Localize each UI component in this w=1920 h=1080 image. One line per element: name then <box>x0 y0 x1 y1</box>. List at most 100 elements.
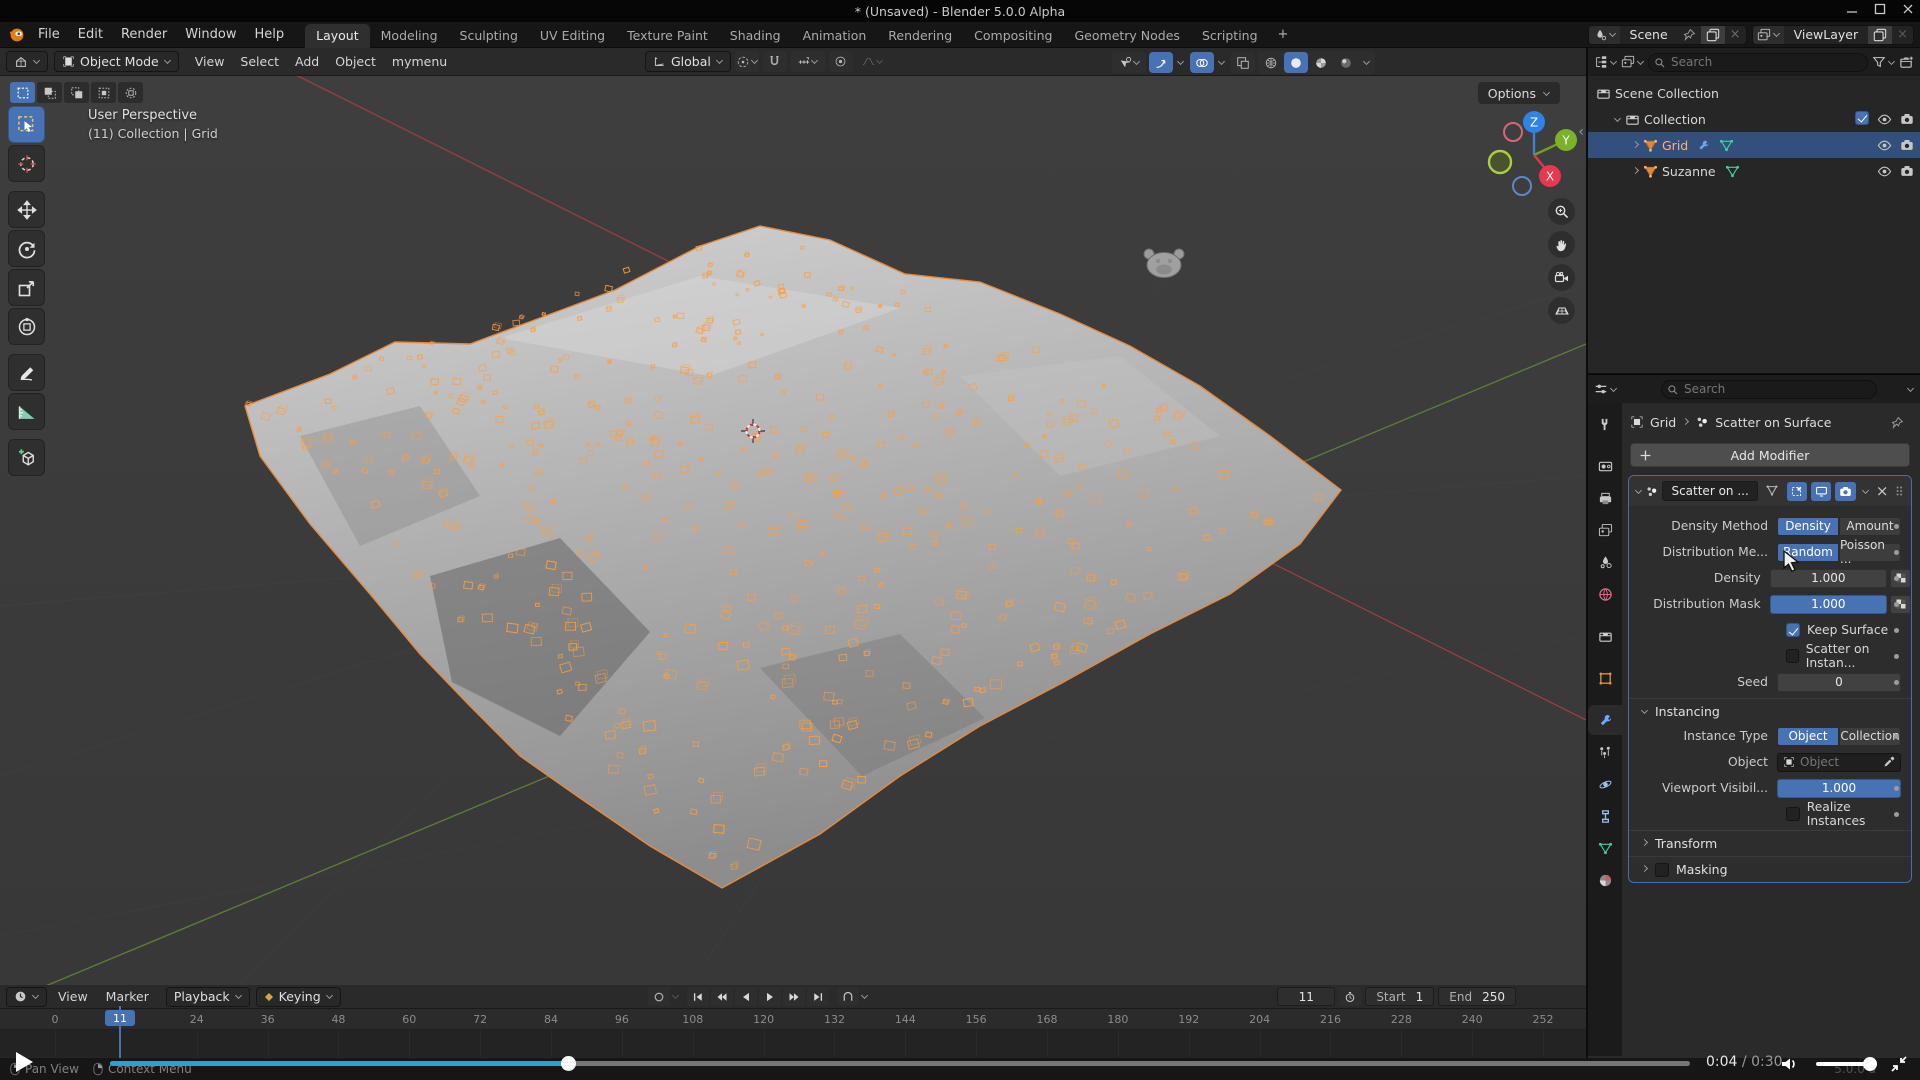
modifier-panel-header[interactable]: Scatter on ... × <box>1629 476 1911 506</box>
viewport-canvas[interactable]: User Perspective (11) Collection | Grid … <box>0 76 1586 985</box>
distribution-poisson-button[interactable]: Poisson ... <box>1839 543 1901 562</box>
outliner-item-label[interactable]: Collection <box>1644 112 1706 127</box>
maximize-button[interactable] <box>1874 3 1886 15</box>
jump-next-keyframe-button[interactable] <box>783 987 805 1006</box>
pan-hand-icon[interactable] <box>1548 231 1575 258</box>
preview-range-button[interactable] <box>837 987 859 1006</box>
workspace-tab-layout[interactable]: Layout <box>305 24 370 48</box>
proportional-editing-button[interactable] <box>829 51 853 72</box>
animate-dot[interactable] <box>1894 576 1899 581</box>
modifier-cage-toggle[interactable] <box>1787 482 1807 501</box>
expand-icon[interactable] <box>1632 142 1639 149</box>
eye-toggle[interactable] <box>1877 112 1892 127</box>
seed-value-field[interactable]: 0 <box>1777 673 1901 692</box>
select-mode-extend[interactable] <box>37 82 62 103</box>
menu-render[interactable]: Render <box>112 24 176 45</box>
outliner-item-label[interactable]: Grid <box>1662 138 1688 153</box>
overlays-toggle[interactable] <box>1190 52 1214 73</box>
scene-selector[interactable]: Scene × <box>1588 25 1747 45</box>
properties-tab-world[interactable] <box>1588 579 1622 609</box>
transform-section-header[interactable]: Transform <box>1629 830 1911 856</box>
proportional-falloff-button[interactable] <box>857 51 887 72</box>
workspace-tab-animation[interactable]: Animation <box>792 24 878 48</box>
add-modifier-button[interactable]: Add Modifier <box>1630 443 1910 467</box>
expand-modifier-icon[interactable] <box>1635 488 1641 495</box>
scatter-on-instances-checkbox[interactable] <box>1786 649 1799 663</box>
viewlayer-name[interactable]: ViewLayer <box>1784 27 1869 42</box>
current-frame-badge[interactable]: 11 <box>105 1010 135 1026</box>
select-mode-subtract[interactable] <box>64 82 89 103</box>
menu-file[interactable]: File <box>29 24 69 45</box>
properties-tab-material[interactable] <box>1588 865 1622 895</box>
player-play-button[interactable] <box>16 1052 33 1072</box>
tool-measure[interactable] <box>8 393 45 430</box>
ortho-grid-icon[interactable] <box>1548 297 1575 324</box>
workspace-tab-scripting[interactable]: Scripting <box>1191 24 1269 48</box>
timeline-menu-marker[interactable]: Marker <box>97 986 158 1007</box>
tool-add-cube[interactable] <box>8 439 45 476</box>
breadcrumb-modifier[interactable]: Scatter on Surface <box>1715 415 1831 430</box>
masking-section-header[interactable]: Masking <box>1629 856 1911 882</box>
properties-tab-constraints[interactable] <box>1588 801 1622 831</box>
options-button[interactable]: Options <box>1478 82 1560 104</box>
select-mode-invert[interactable] <box>91 82 116 103</box>
camera-toggle[interactable] <box>1900 112 1914 126</box>
properties-tab-data[interactable] <box>1588 833 1622 863</box>
workspace-tab-modeling[interactable]: Modeling <box>370 24 449 48</box>
add-workspace-button[interactable]: + <box>1269 23 1298 47</box>
expand-icon[interactable] <box>1632 168 1639 175</box>
modifier-realtime-toggle[interactable] <box>1811 482 1831 501</box>
expand-icon[interactable] <box>1614 116 1621 123</box>
eye-toggle[interactable] <box>1877 164 1892 179</box>
breadcrumb-object[interactable]: Grid <box>1650 415 1676 430</box>
select-mode-set[interactable] <box>10 82 35 103</box>
mode-dropdown[interactable]: Object Mode <box>54 51 179 72</box>
outliner-item-label[interactable]: Scene Collection <box>1615 86 1719 101</box>
suzanne-object[interactable] <box>1144 249 1184 278</box>
gizmos-dropdown[interactable] <box>1173 52 1187 73</box>
shading-wireframe-button[interactable] <box>1259 52 1283 73</box>
properties-tab-render[interactable] <box>1588 451 1622 481</box>
instancing-section-header[interactable]: Instancing <box>1629 698 1911 724</box>
tool-rotate[interactable] <box>8 230 45 267</box>
jump-prev-keyframe-button[interactable] <box>711 987 733 1006</box>
modifier-name-field[interactable]: Scatter on ... <box>1662 481 1758 501</box>
properties-search-input[interactable] <box>1661 380 1877 399</box>
workspace-tab-geometry-nodes[interactable]: Geometry Nodes <box>1064 24 1191 48</box>
gizmos-toggle[interactable] <box>1149 52 1173 73</box>
frame-end-field[interactable]: End250 <box>1438 987 1516 1006</box>
instance-type-object-button[interactable]: Object <box>1777 727 1839 746</box>
workspace-tab-uv-editing[interactable]: UV Editing <box>529 24 616 48</box>
camera-view-icon[interactable] <box>1548 264 1575 291</box>
keep-surface-checkbox[interactable] <box>1786 623 1800 637</box>
outliner-row-scene-collection[interactable]: Scene Collection <box>1588 80 1920 106</box>
tool-transform[interactable] <box>8 308 45 345</box>
pin-scene-icon[interactable] <box>1678 26 1701 44</box>
animate-dot[interactable] <box>1894 524 1899 529</box>
animate-dot[interactable] <box>1894 786 1899 791</box>
scene-name[interactable]: Scene <box>1620 27 1678 42</box>
animate-dot[interactable] <box>1894 550 1899 555</box>
menu-edit[interactable]: Edit <box>69 24 112 45</box>
player-volume-slider[interactable] <box>1816 1062 1874 1066</box>
unlink-scene-icon[interactable]: × <box>1725 26 1746 44</box>
snap-magnet-button[interactable] <box>763 51 787 72</box>
playback-dropdown[interactable]: Playback <box>166 987 250 1007</box>
object-picker-field[interactable]: Object <box>1777 753 1901 772</box>
workspace-tab-texture-paint[interactable]: Texture Paint <box>616 24 719 48</box>
viewport-menu-add[interactable]: Add <box>287 51 327 72</box>
outliner-filter-button[interactable] <box>1872 55 1895 69</box>
exit-fullscreen-icon[interactable] <box>1890 1055 1908 1073</box>
zoom-icon[interactable] <box>1548 198 1575 225</box>
show-object-types-button[interactable] <box>1112 52 1146 73</box>
camera-toggle[interactable] <box>1900 138 1914 152</box>
workspace-tab-compositing[interactable]: Compositing <box>963 24 1063 48</box>
viewport-menu-select[interactable]: Select <box>232 51 287 72</box>
viewlayer-icon[interactable] <box>1753 26 1784 44</box>
viewport-menu-view[interactable]: View <box>187 51 233 72</box>
modifier-extras-icon[interactable] <box>1862 488 1868 495</box>
instance-type-collection-button[interactable]: Collection <box>1839 727 1901 746</box>
outliner-row-suzanne[interactable]: Suzanne <box>1588 158 1920 184</box>
select-mode-intersect[interactable] <box>118 82 143 103</box>
remove-viewlayer-icon[interactable]: × <box>1892 26 1913 44</box>
